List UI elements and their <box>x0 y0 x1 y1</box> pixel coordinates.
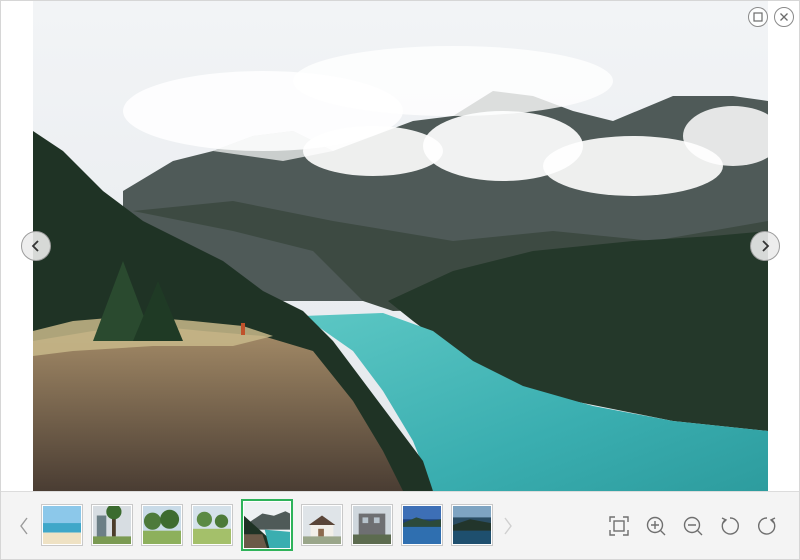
thumbnail-strip <box>41 499 493 551</box>
next-image-button[interactable] <box>750 231 780 261</box>
thumbnail-scroll-right-button[interactable] <box>501 516 515 536</box>
thumbnail-building-street[interactable] <box>351 504 393 546</box>
zoom-in-icon <box>646 516 666 536</box>
thumbnail-beach[interactable] <box>41 504 83 546</box>
rotate-left-icon <box>721 517 739 535</box>
zoom-in-button[interactable] <box>644 514 668 538</box>
thumbnail-lake-blue[interactable] <box>401 504 443 546</box>
chevron-right-icon <box>762 240 770 252</box>
thumbnail-house[interactable] <box>301 504 343 546</box>
thumbnail-park-field[interactable] <box>191 504 233 546</box>
thumbnail-scroll-left-button[interactable] <box>17 516 31 536</box>
chevron-left-icon <box>31 240 39 252</box>
main-image <box>33 1 768 491</box>
close-icon <box>780 13 788 21</box>
thumbnail-coast-dark[interactable] <box>451 504 493 546</box>
chevron-left-icon <box>20 517 28 535</box>
rotate-right-icon <box>758 517 776 535</box>
thumbnail-palm-tree-building[interactable] <box>91 504 133 546</box>
maximize-icon <box>753 12 763 22</box>
chevron-right-icon <box>504 517 512 535</box>
thumbnail-park-trees[interactable] <box>141 504 183 546</box>
bottom-toolbar <box>1 491 799 559</box>
zoom-out-button[interactable] <box>681 514 705 538</box>
rotate-left-button[interactable] <box>718 514 742 538</box>
maximize-button[interactable] <box>748 7 768 27</box>
image-viewer-window <box>0 0 800 560</box>
close-button[interactable] <box>774 7 794 27</box>
zoom-out-icon <box>683 516 703 536</box>
fit-screen-button[interactable] <box>607 514 631 538</box>
image-tools <box>607 514 779 538</box>
fit-screen-icon <box>609 516 629 536</box>
thumbnail-mountain-lake[interactable] <box>241 499 293 551</box>
rotate-right-button[interactable] <box>755 514 779 538</box>
previous-image-button[interactable] <box>21 231 51 261</box>
